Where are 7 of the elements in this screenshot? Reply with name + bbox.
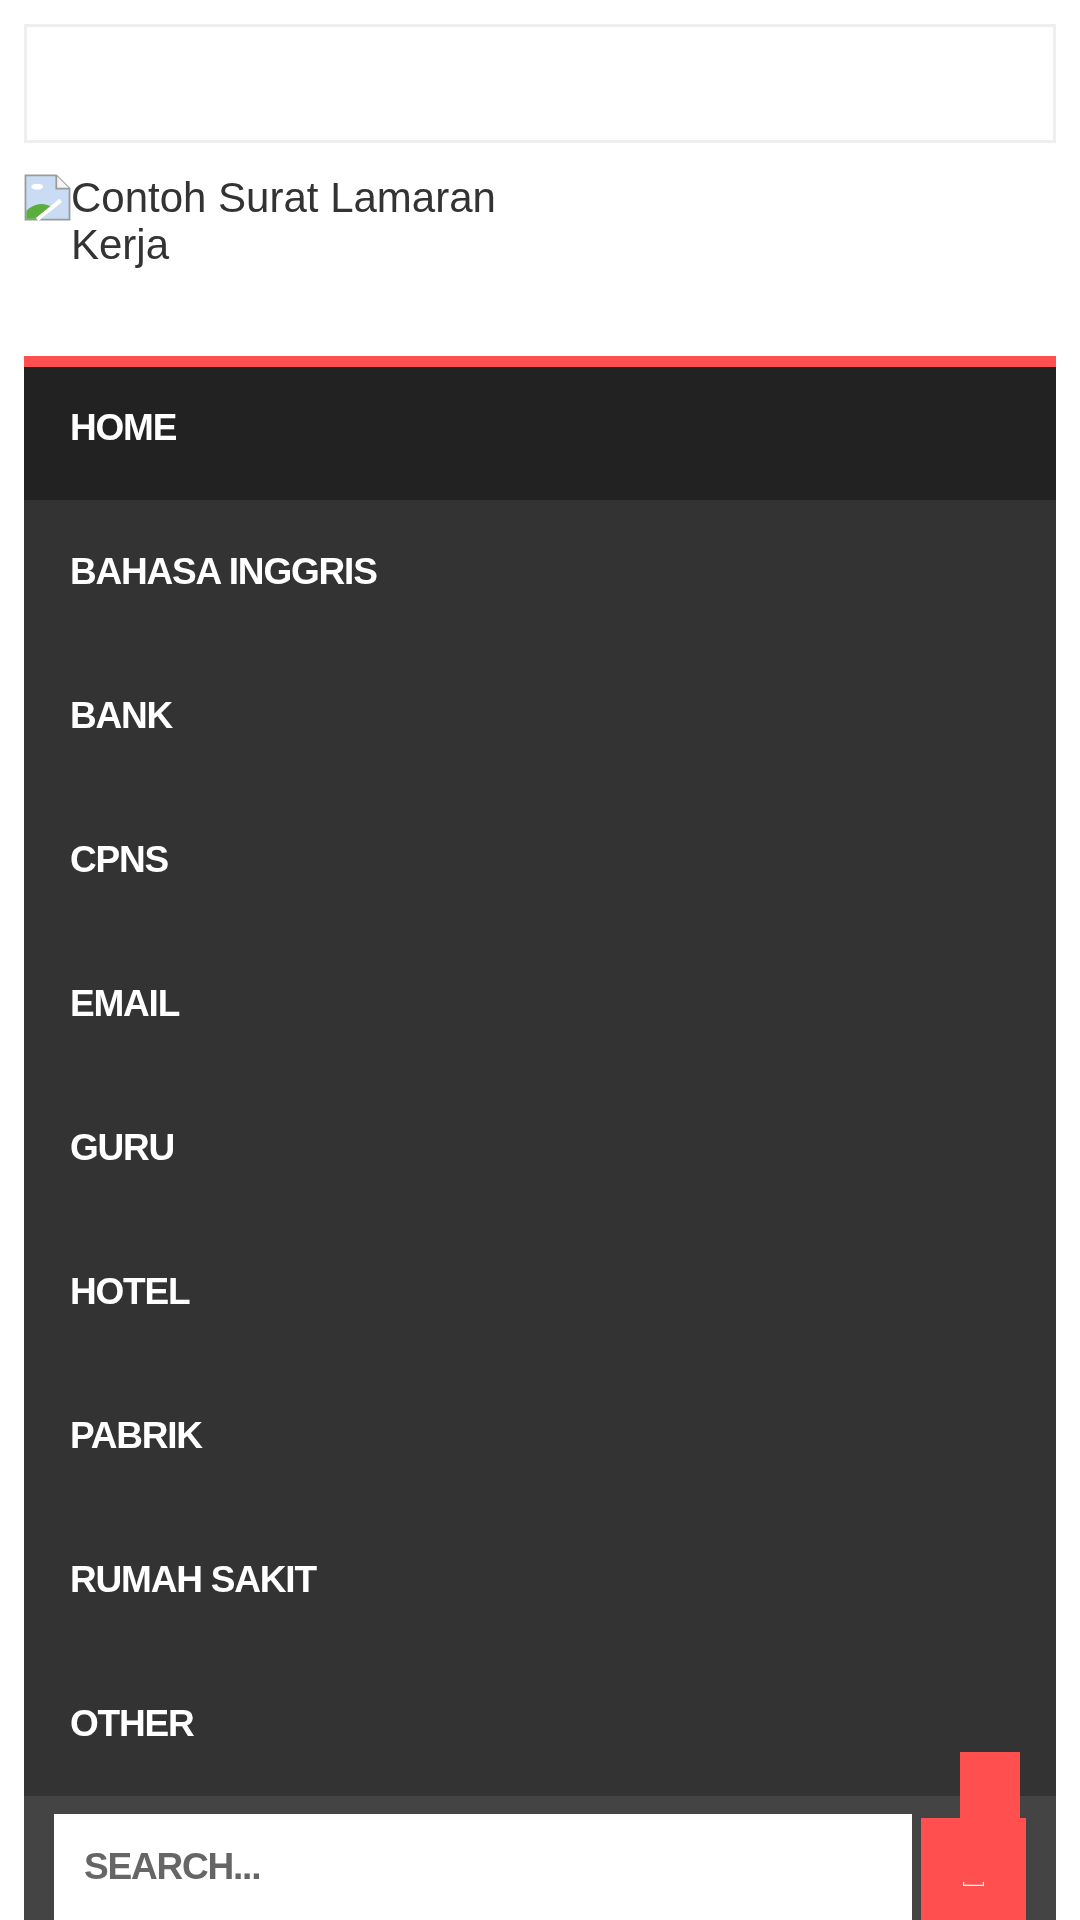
search-field[interactable]: SEARCH... <box>54 1814 912 1920</box>
search-button[interactable] <box>921 1818 1026 1920</box>
image-alt-text: Contoh Surat Lamaran Kerja <box>71 174 497 268</box>
floating-button[interactable] <box>960 1752 1020 1818</box>
broken-image-icon <box>24 174 71 221</box>
bracket-icon <box>963 1882 984 1886</box>
menu-item[interactable]: HOME <box>24 367 1056 500</box>
